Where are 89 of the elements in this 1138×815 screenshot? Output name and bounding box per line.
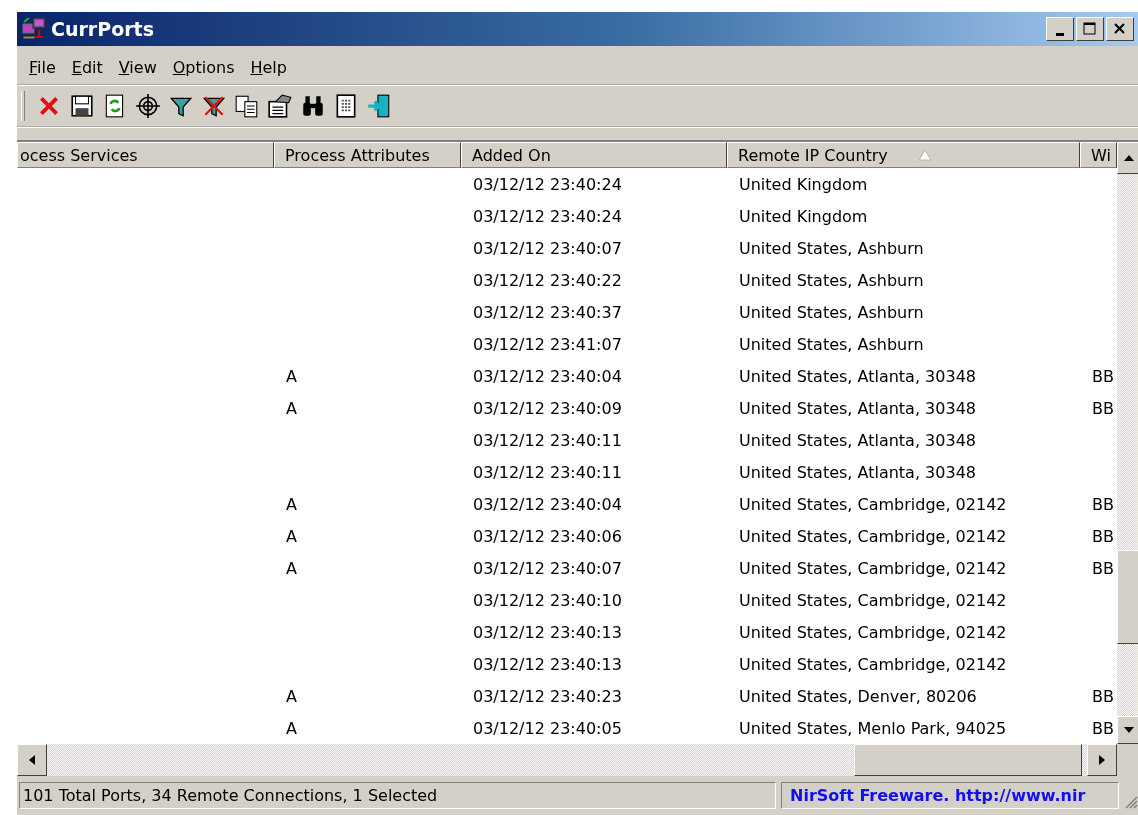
table-cell-text: United States, Denver, 80206 xyxy=(738,686,978,706)
table-cell-text: United States, Cambridge, 02142 xyxy=(738,494,1008,514)
table-cell-text: United States, Cambridge, 02142 xyxy=(738,622,1008,642)
nirsoft-link[interactable]: NirSoft Freeware. http://www.nir xyxy=(790,786,1086,805)
scrollbar-thumb[interactable] xyxy=(1117,550,1138,644)
table-cell-text: A xyxy=(285,398,298,418)
table-cell-text: 03/12/12 23:40:05 xyxy=(472,718,623,738)
column-header[interactable]: Wi xyxy=(1080,142,1117,168)
menu-item[interactable]: View xyxy=(110,55,165,79)
table-cell-text: 03/12/12 23:40:37 xyxy=(472,302,623,322)
table-cell-text: 03/12/12 23:41:07 xyxy=(472,334,623,354)
column-header[interactable]: ocess Services xyxy=(17,142,274,168)
menu-item[interactable]: Help xyxy=(242,55,295,79)
menu-item[interactable]: File xyxy=(21,55,64,79)
menu-item[interactable]: Options xyxy=(164,55,243,79)
copy-icon[interactable] xyxy=(234,93,260,119)
table-cell-text: A xyxy=(285,718,298,738)
table-cell-text: A xyxy=(285,366,298,386)
minimize-button[interactable] xyxy=(1046,17,1074,41)
table-cell-text: 03/12/12 23:40:07 xyxy=(472,558,623,578)
table-cell-text: 03/12/12 23:40:23 xyxy=(472,686,623,706)
table-cell-text: BB xyxy=(1091,686,1115,706)
column-header[interactable]: Added On xyxy=(461,142,727,168)
table-cell-text: 03/12/12 23:40:04 xyxy=(472,494,623,514)
table-cell-text: United States, Ashburn xyxy=(738,270,925,290)
minimize-icon xyxy=(1056,32,1064,36)
app-icon xyxy=(21,17,47,41)
table-cell-text: 03/12/12 23:40:09 xyxy=(472,398,623,418)
sort-arrow-icon xyxy=(917,149,932,161)
table-cell-text: United States, Atlanta, 30348 xyxy=(738,398,977,418)
table-cell-text: BB xyxy=(1091,526,1115,546)
table-cell-text: United States, Cambridge, 02142 xyxy=(738,654,1008,674)
table-cell-text: United States, Atlanta, 30348 xyxy=(738,430,977,450)
table-cell-text: BB xyxy=(1091,366,1115,386)
table-cell-text: BB xyxy=(1091,398,1115,418)
caret-right-icon xyxy=(1098,754,1106,766)
scroll-up-button[interactable] xyxy=(1117,142,1138,174)
table-cell-text: United States, Cambridge, 02142 xyxy=(738,526,1008,546)
menu-item[interactable]: Edit xyxy=(63,55,111,79)
table-cell-text: United States, Menlo Park, 94025 xyxy=(738,718,1008,738)
floppy-icon[interactable] xyxy=(69,93,95,119)
table-cell-text: 03/12/12 23:40:07 xyxy=(472,238,623,258)
vertical-scrollbar[interactable] xyxy=(1117,142,1138,744)
table-cell-text: 03/12/12 23:40:06 xyxy=(472,526,623,546)
table-cell-text: United Kingdom xyxy=(738,174,869,194)
column-header[interactable]: Remote IP Country xyxy=(727,142,1080,168)
status-text: 101 Total Ports, 34 Remote Connections, 1 Selected xyxy=(19,782,776,809)
caret-left-icon xyxy=(28,754,36,766)
scroll-right-button[interactable] xyxy=(1087,744,1117,776)
table-cell-text: A xyxy=(285,526,298,546)
table-cell-text: United States, Atlanta, 30348 xyxy=(738,366,977,386)
horizontal-scrollbar[interactable] xyxy=(17,744,1117,776)
crosshair-icon[interactable] xyxy=(135,93,161,119)
properties-icon[interactable] xyxy=(267,93,293,119)
table-cell-text: BB xyxy=(1091,558,1115,578)
close-button[interactable] xyxy=(1106,17,1134,41)
table-cell-text: 03/12/12 23:40:24 xyxy=(472,206,623,226)
table-cell-text: United States, Atlanta, 30348 xyxy=(738,462,977,482)
table-cell-text: United States, Ashburn xyxy=(738,302,925,322)
caret-up-icon xyxy=(1122,154,1135,162)
table-cell-text: 03/12/12 23:40:04 xyxy=(472,366,623,386)
table-cell-text: BB xyxy=(1091,494,1115,514)
table-cell-text: United States, Cambridge, 02142 xyxy=(738,558,1008,578)
table-cell-text: BB xyxy=(1091,718,1115,738)
caret-down-icon xyxy=(1122,726,1135,734)
table-cell-text: 03/12/12 23:40:13 xyxy=(472,622,623,642)
maximize-button[interactable] xyxy=(1076,17,1104,41)
door-icon[interactable] xyxy=(366,93,392,119)
table-cell-text: A xyxy=(285,558,298,578)
table-cell-text: 03/12/12 23:40:10 xyxy=(472,590,623,610)
table-cell-text: 03/12/12 23:40:22 xyxy=(472,270,623,290)
scroll-down-button[interactable] xyxy=(1117,716,1138,744)
table-cell-text: A xyxy=(285,494,298,514)
table-cell-text: United States, Cambridge, 02142 xyxy=(738,590,1008,610)
table-cell-text: 03/12/12 23:40:13 xyxy=(472,654,623,674)
table-cell-text: 03/12/12 23:40:11 xyxy=(472,430,623,450)
column-header[interactable]: Process Attributes xyxy=(274,142,461,168)
binoculars-icon[interactable] xyxy=(300,93,326,119)
window-title: CurrPorts xyxy=(51,18,155,40)
scrollbar-thumb[interactable] xyxy=(854,744,1082,776)
table-cell-text: 03/12/12 23:40:24 xyxy=(472,174,623,194)
table-cell-text: 03/12/12 23:40:11 xyxy=(472,462,623,482)
table-cell-text: United Kingdom xyxy=(738,206,869,226)
table-cell-text: United States, Ashburn xyxy=(738,334,925,354)
table-cell-text: United States, Ashburn xyxy=(738,238,925,258)
table-cell-text: A xyxy=(285,686,298,706)
maximize-icon xyxy=(1082,21,1098,37)
scroll-left-button[interactable] xyxy=(17,744,47,776)
resize-grip-icon[interactable] xyxy=(1124,795,1138,809)
